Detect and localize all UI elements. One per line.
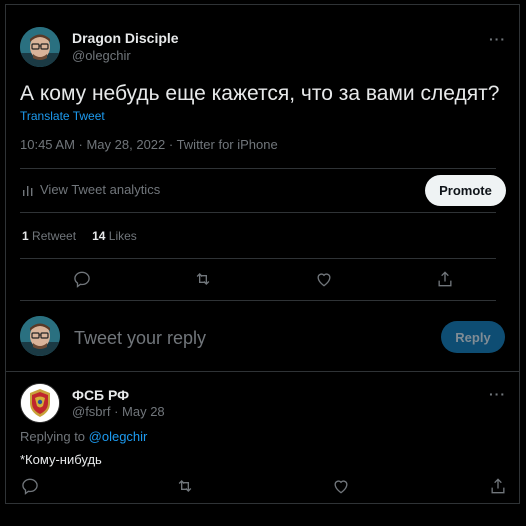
analytics-icon	[23, 185, 33, 196]
retweet-icon[interactable]	[175, 476, 195, 496]
reply-author-name[interactable]: ФСБ РФ	[72, 387, 129, 403]
reply-text: *Кому-нибудь	[20, 452, 102, 467]
tweet-stats: 1 Retweet 14 Likes	[22, 229, 137, 243]
author-name[interactable]: Dragon Disciple	[72, 30, 179, 46]
author-handle[interactable]: @olegchir	[72, 48, 131, 63]
like-icon[interactable]	[331, 476, 351, 496]
fsb-avatar[interactable]	[20, 383, 60, 423]
divider	[20, 258, 496, 259]
user-avatar-image	[20, 316, 60, 356]
likes-stat[interactable]: 14 Likes	[92, 229, 137, 243]
view-analytics-link[interactable]: View Tweet analytics	[22, 182, 160, 197]
author-avatar[interactable]	[20, 27, 60, 67]
replying-to: Replying to @olegchir	[20, 429, 147, 444]
tweet-timestamp[interactable]: 10:45 AM · May 28, 2022 · Twitter for iP…	[20, 137, 278, 152]
composer-avatar[interactable]	[20, 316, 60, 356]
promote-button[interactable]: Promote	[425, 175, 506, 206]
reply-icon[interactable]	[72, 269, 92, 289]
likes-count: 14	[92, 229, 106, 243]
divider	[6, 371, 519, 372]
replying-to-link[interactable]: @olegchir	[89, 429, 148, 444]
fsb-emblem-image	[21, 384, 59, 422]
divider	[20, 212, 496, 213]
like-icon[interactable]	[314, 269, 334, 289]
likes-label: Likes	[108, 229, 137, 243]
analytics-label: View Tweet analytics	[40, 182, 161, 197]
more-options-icon[interactable]: ···	[489, 31, 506, 47]
retweet-stat[interactable]: 1 Retweet	[22, 229, 76, 243]
translate-tweet-link[interactable]: Translate Tweet	[20, 109, 105, 123]
retweet-label: Retweet	[32, 229, 77, 243]
tweet-text: А кому небудь еще кажется, что за вами с…	[20, 82, 500, 105]
reply-icon[interactable]	[20, 476, 40, 496]
user-avatar-image	[20, 27, 60, 67]
divider	[20, 168, 496, 169]
divider	[20, 300, 496, 301]
share-icon[interactable]	[488, 476, 508, 496]
retweet-icon[interactable]	[193, 269, 213, 289]
reply-author-handle[interactable]: @fsbrf · May 28	[72, 404, 165, 419]
reply-more-options-icon[interactable]: ···	[489, 386, 506, 402]
reply-input[interactable]: Tweet your reply	[74, 328, 206, 349]
replying-prefix: Replying to	[20, 429, 89, 444]
reply-button[interactable]: Reply	[441, 321, 505, 353]
retweet-count: 1	[22, 229, 29, 243]
share-icon[interactable]	[435, 269, 455, 289]
